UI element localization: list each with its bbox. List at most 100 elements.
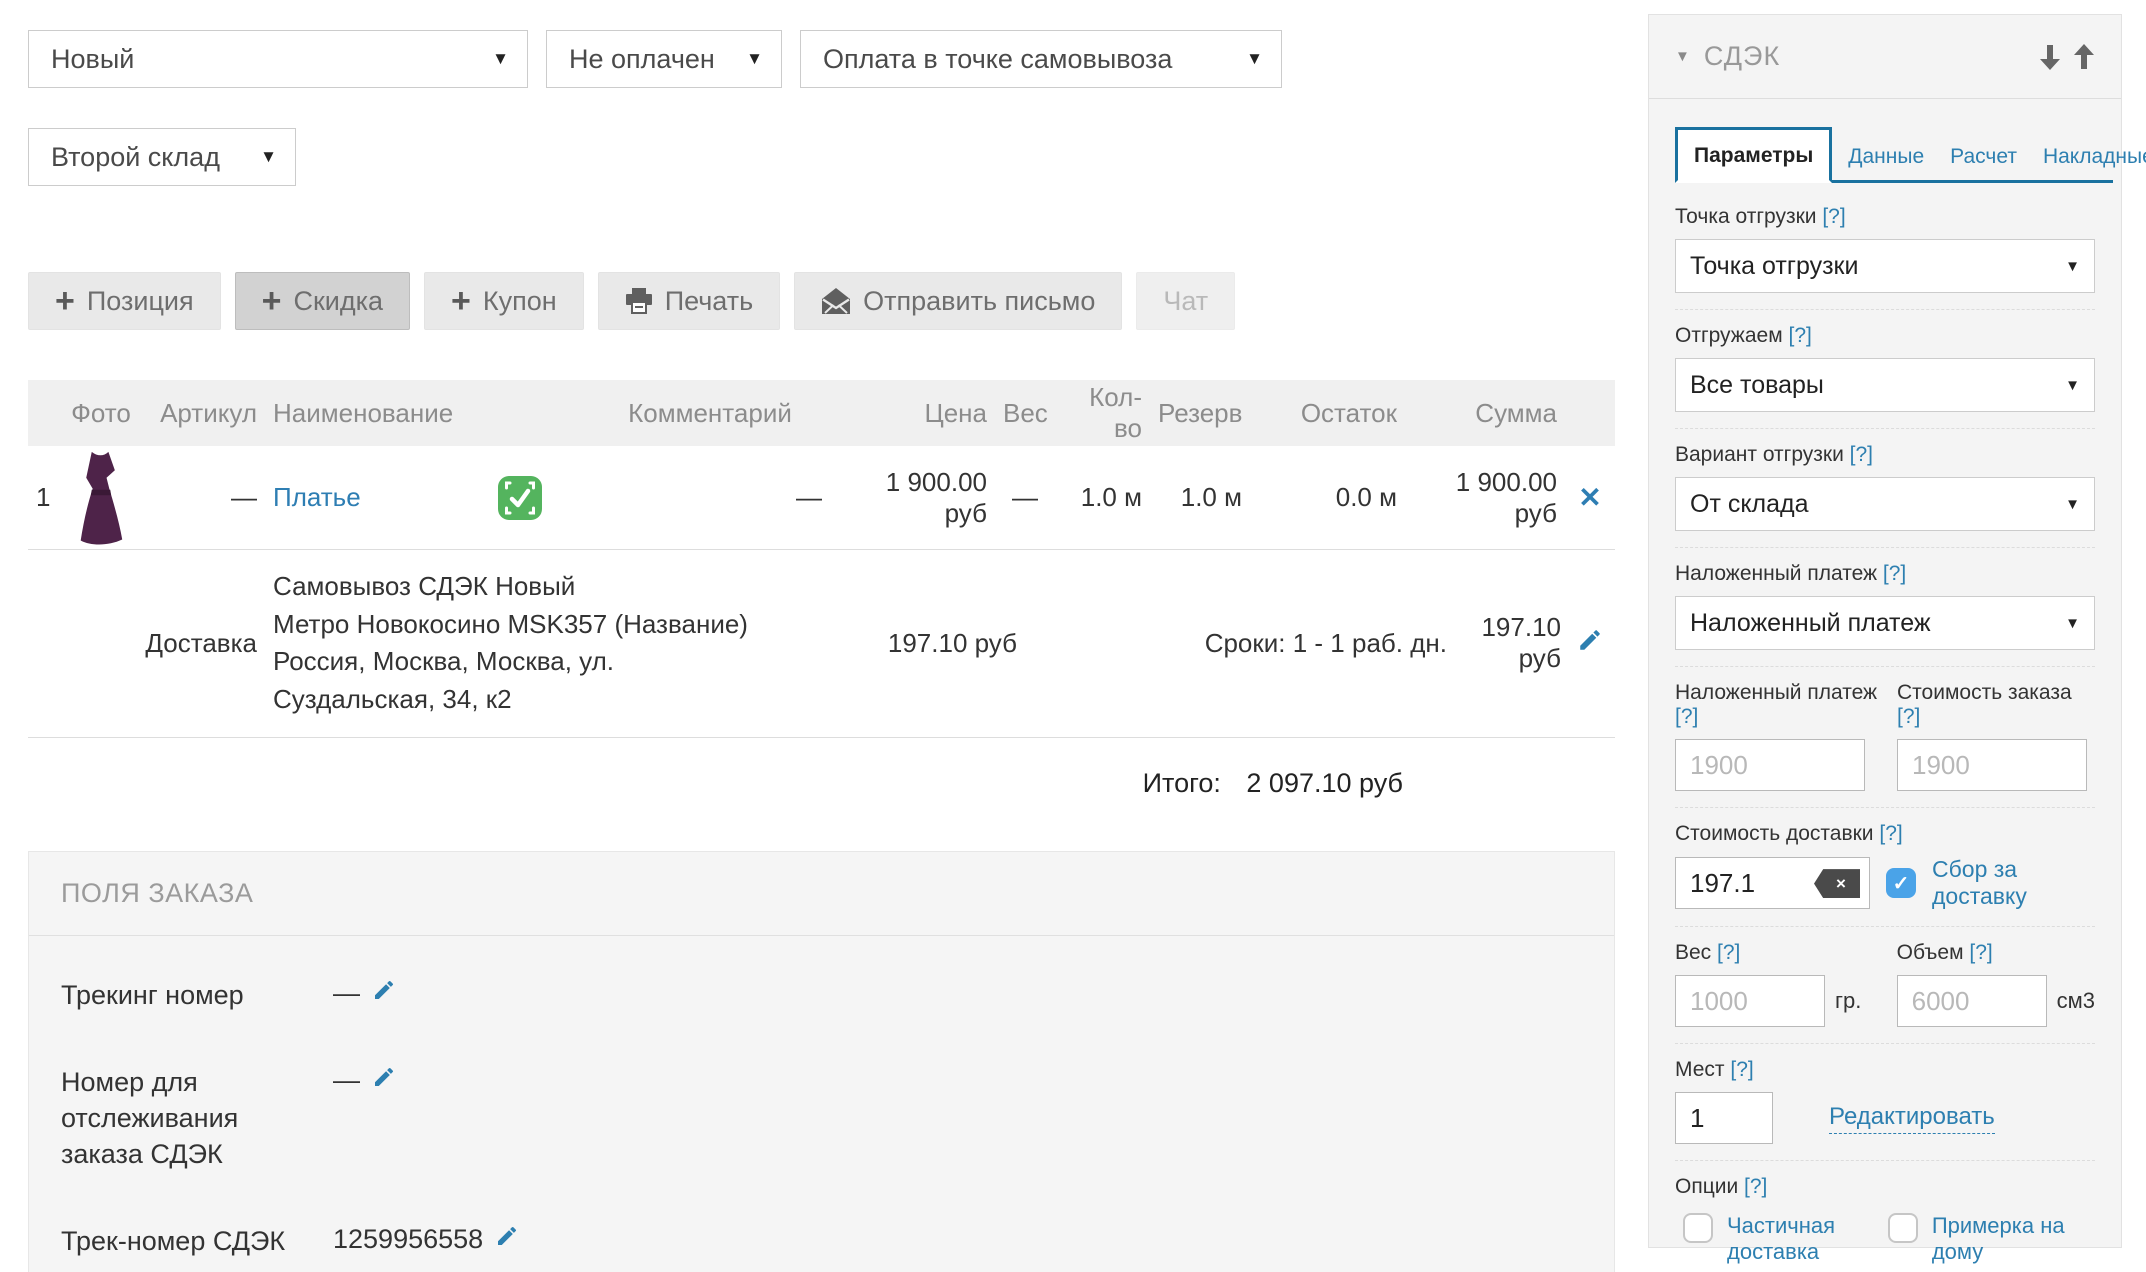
shipment-option-label: Вариант отгрузки	[1675, 443, 1844, 466]
plus-icon: +	[262, 284, 282, 318]
delivery-terms: Сроки: 1 - 1 раб. дн.	[1025, 628, 1455, 659]
edit-places-link[interactable]: Редактировать	[1829, 1103, 1995, 1134]
help-icon[interactable]: [?]	[1730, 1058, 1753, 1081]
help-icon[interactable]: [?]	[1744, 1175, 1767, 1198]
products-table: Фото Артикул Наименование Комментарий Це…	[28, 380, 1615, 738]
shipping-select[interactable]: Все товары ▼	[1675, 358, 2095, 412]
cod-select[interactable]: Наложенный платеж ▼	[1675, 596, 2095, 650]
product-name-link[interactable]: Платье	[273, 482, 361, 512]
volume-input[interactable]	[1897, 975, 2047, 1027]
add-discount-button[interactable]: + Скидка	[235, 272, 410, 330]
places-label: Мест	[1675, 1058, 1725, 1081]
field-label: Трек-номер СДЭК	[61, 1224, 333, 1260]
clear-input-icon[interactable]: ×	[1814, 869, 1860, 898]
field-value: 1259956558	[333, 1224, 483, 1255]
order-main: Новый ▼ Не оплачен ▼ Оплата в точке само…	[28, 30, 1615, 1272]
col-quantity: Кол-во	[1055, 382, 1150, 444]
product-photo[interactable]	[62, 450, 140, 546]
help-icon[interactable]: [?]	[1883, 562, 1906, 585]
total-label: Итого:	[1143, 768, 1221, 798]
add-position-label: Позиция	[87, 286, 194, 317]
option-checkbox-partial-delivery[interactable]	[1683, 1213, 1713, 1243]
chat-button[interactable]: Чат	[1136, 272, 1235, 330]
help-icon[interactable]: [?]	[1788, 324, 1811, 347]
field-row-tracking: Трекинг номер —	[61, 978, 1582, 1014]
weight-volume-group: Вес [?] гр. Объем [?]	[1675, 927, 2095, 1044]
volume-label: Объем	[1897, 941, 1964, 964]
printer-icon	[625, 288, 653, 314]
edit-field-icon[interactable]	[372, 978, 396, 1002]
option-label[interactable]: Примерка на дому	[1932, 1213, 2095, 1265]
order-cost-input[interactable]	[1897, 739, 2087, 791]
marking-status-icon[interactable]	[498, 476, 542, 520]
add-coupon-button[interactable]: + Купон	[424, 272, 584, 330]
edit-field-icon[interactable]	[372, 1065, 396, 1089]
tab-data[interactable]: Данные	[1838, 133, 1934, 183]
product-weight: —	[995, 482, 1055, 513]
collapse-panel-icon[interactable]: ▼	[1675, 48, 1690, 65]
edit-delivery-icon[interactable]	[1577, 627, 1603, 653]
add-position-button[interactable]: + Позиция	[28, 272, 221, 330]
add-discount-label: Скидка	[293, 286, 383, 317]
move-down-icon[interactable]	[2039, 43, 2061, 71]
option-checkbox-home-fitting[interactable]	[1888, 1213, 1918, 1243]
print-button[interactable]: Печать	[598, 272, 780, 330]
shipment-option-select[interactable]: От склада ▼	[1675, 477, 2095, 531]
delivery-cost-label: Стоимость доставки	[1675, 822, 1874, 845]
payment-method-select[interactable]: Оплата в точке самовывоза ▼	[800, 30, 1282, 88]
product-article: —	[140, 482, 265, 513]
cod-amount-input[interactable]	[1675, 739, 1865, 791]
warehouse-select[interactable]: Второй склад ▼	[28, 128, 296, 186]
weight-unit: гр.	[1835, 988, 1861, 1014]
weight-input[interactable]	[1675, 975, 1825, 1027]
payment-status-select[interactable]: Не оплачен ▼	[546, 30, 782, 88]
payment-method-value: Оплата в точке самовывоза	[823, 44, 1172, 75]
delivery-fee-label[interactable]: Сбор за доставку	[1932, 856, 2095, 910]
col-comment: Комментарий	[590, 398, 830, 429]
row-number: 1	[28, 482, 62, 513]
send-email-button[interactable]: Отправить письмо	[794, 272, 1122, 330]
order-status-select[interactable]: Новый ▼	[28, 30, 528, 88]
chevron-down-icon: ▼	[1246, 49, 1263, 69]
tab-parameters[interactable]: Параметры	[1675, 127, 1832, 183]
product-comment: —	[590, 482, 830, 513]
field-row-cdek-track: Трек-номер СДЭК 1259956558	[61, 1224, 1582, 1260]
shipment-option-value: От склада	[1690, 490, 1809, 519]
add-coupon-label: Купон	[483, 286, 557, 317]
warehouse-value: Второй склад	[51, 142, 220, 173]
chevron-down-icon: ▼	[2065, 377, 2080, 394]
dress-image	[72, 450, 130, 546]
help-icon[interactable]: [?]	[1879, 822, 1902, 845]
cod-select-value: Наложенный платеж	[1690, 609, 1931, 638]
help-icon[interactable]: [?]	[1822, 205, 1845, 228]
order-fields-title: ПОЛЯ ЗАКАЗА	[29, 852, 1614, 936]
delivery-cost-group: Стоимость доставки [?] × ✓ Сбор за доста…	[1675, 808, 2095, 927]
shipment-point-group: Точка отгрузки [?] Точка отгрузки ▼	[1675, 191, 2095, 310]
help-icon[interactable]: [?]	[1969, 941, 1992, 964]
order-status-value: Новый	[51, 44, 134, 75]
remove-product-icon[interactable]: ✕	[1578, 482, 1601, 513]
help-icon[interactable]: [?]	[1850, 443, 1873, 466]
chevron-down-icon: ▼	[492, 49, 509, 69]
shipment-point-select[interactable]: Точка отгрузки ▼	[1675, 239, 2095, 293]
delivery-fee-checkbox[interactable]: ✓	[1886, 868, 1916, 898]
places-group: Мест [?] Редактировать	[1675, 1044, 2095, 1161]
help-icon[interactable]: [?]	[1717, 941, 1740, 964]
products-table-header: Фото Артикул Наименование Комментарий Це…	[28, 380, 1615, 446]
shipment-point-value: Точка отгрузки	[1690, 252, 1858, 281]
send-email-label: Отправить письмо	[863, 286, 1095, 317]
edit-field-icon[interactable]	[495, 1224, 519, 1248]
cod-select-label: Наложенный платеж	[1675, 562, 1877, 585]
cod-select-group: Наложенный платеж [?] Наложенный платеж …	[1675, 548, 2095, 667]
help-icon[interactable]: [?]	[1675, 705, 1698, 728]
option-label[interactable]: Частичная доставка	[1727, 1213, 1860, 1265]
tab-invoices[interactable]: Накладные	[2033, 133, 2146, 183]
places-input[interactable]	[1675, 1092, 1773, 1144]
help-icon[interactable]: [?]	[1897, 705, 1920, 728]
tab-calculation[interactable]: Расчет	[1940, 133, 2027, 183]
cdek-tabs: Параметры Данные Расчет Накладные	[1649, 99, 2121, 183]
shipment-option-group: Вариант отгрузки [?] От склада ▼	[1675, 429, 2095, 548]
delivery-type: Самовывоз СДЭК Новый	[273, 568, 767, 606]
move-up-icon[interactable]	[2073, 43, 2095, 71]
col-photo: Фото	[62, 398, 140, 429]
